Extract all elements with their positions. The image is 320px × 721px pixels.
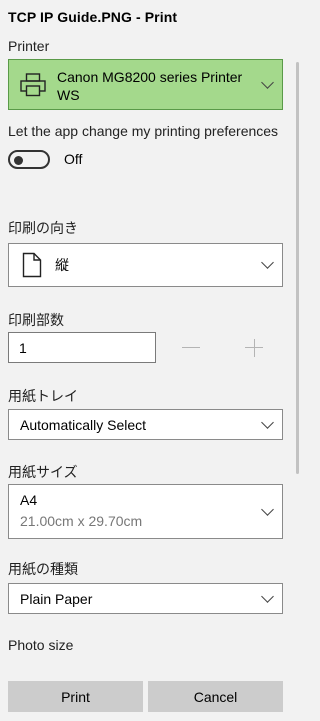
copies-value: 1 bbox=[19, 340, 27, 356]
preferences-label: Let the app change my printing preferenc… bbox=[8, 123, 279, 139]
paper-size-value: A4 bbox=[20, 492, 38, 508]
paper-size-select[interactable]: A4 21.00cm x 29.70cm bbox=[8, 484, 283, 539]
paper-size-label: 用紙サイズ bbox=[8, 464, 78, 480]
paper-type-label: 用紙の種類 bbox=[8, 561, 78, 577]
printer-select[interactable]: Canon MG8200 series Printer WS bbox=[8, 59, 283, 110]
copies-label: 印刷部数 bbox=[8, 312, 64, 328]
paper-tray-label: 用紙トレイ bbox=[8, 388, 78, 404]
orientation-value: 縦 bbox=[55, 257, 69, 273]
orientation-select[interactable]: 縦 bbox=[8, 243, 283, 287]
increment-copies-button[interactable] bbox=[240, 334, 268, 362]
chevron-down-icon bbox=[261, 502, 274, 516]
print-button[interactable]: Print bbox=[8, 681, 143, 712]
photo-size-label: Photo size bbox=[8, 637, 74, 653]
preferences-toggle[interactable] bbox=[8, 150, 50, 169]
toggle-state-text: Off bbox=[64, 151, 83, 167]
printer-name: Canon MG8200 series Printer WS bbox=[57, 69, 243, 103]
paper-tray-value: Automatically Select bbox=[20, 417, 147, 433]
page-icon bbox=[22, 252, 42, 283]
paper-size-dimensions: 21.00cm x 29.70cm bbox=[20, 513, 143, 529]
paper-type-select[interactable]: Plain Paper bbox=[8, 583, 283, 614]
paper-tray-select[interactable]: Automatically Select bbox=[8, 409, 283, 440]
chevron-down-icon bbox=[261, 75, 274, 89]
chevron-down-icon bbox=[261, 415, 274, 429]
copies-input[interactable]: 1 bbox=[8, 332, 156, 363]
scrollbar[interactable] bbox=[296, 62, 299, 474]
printer-label: Printer bbox=[8, 38, 50, 54]
decrement-copies-button[interactable] bbox=[177, 334, 205, 362]
paper-type-value: Plain Paper bbox=[20, 591, 93, 607]
dialog-title: TCP IP Guide.PNG - Print bbox=[8, 9, 178, 25]
printer-icon bbox=[20, 73, 46, 102]
toggle-knob bbox=[14, 155, 23, 165]
chevron-down-icon bbox=[261, 256, 274, 269]
chevron-down-icon bbox=[261, 589, 274, 603]
orientation-label: 印刷の向き bbox=[8, 220, 78, 236]
cancel-button[interactable]: Cancel bbox=[148, 681, 283, 712]
